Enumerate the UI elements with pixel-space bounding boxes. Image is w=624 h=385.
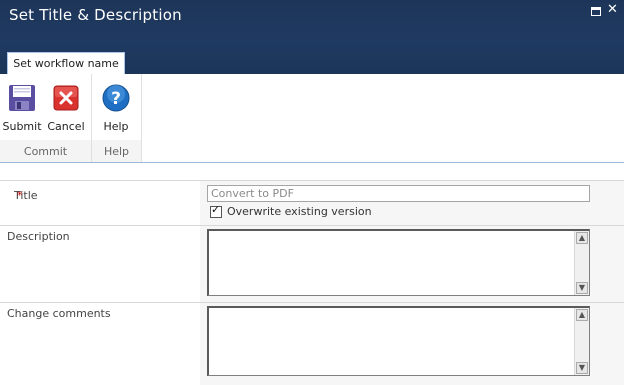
help-label: Help (103, 120, 129, 133)
scroll-up-icon[interactable]: ▲ (576, 309, 588, 321)
overwrite-option[interactable]: Overwrite existing version (210, 203, 372, 218)
comments-label: Change comments (7, 307, 111, 320)
ribbon-group-label-commit: Commit (0, 140, 91, 162)
title-label-cell: Title * (0, 181, 200, 225)
help-button[interactable]: ? Help (96, 84, 136, 133)
dialog-titlebar: Set Title & Description ✕ Set workflow n… (0, 0, 624, 74)
scroll-down-icon[interactable]: ▼ (576, 282, 588, 294)
svg-text:?: ? (111, 89, 121, 109)
submit-label: Submit (2, 120, 42, 133)
title-value-cell: Convert to PDF Overwrite existing versio… (200, 181, 624, 225)
ribbon-group-help: ? Help Help (92, 74, 142, 162)
ribbon-group-commit: Submit Cancel Commit (0, 74, 92, 162)
description-label: Description (7, 230, 70, 243)
floppy-disk-icon (8, 84, 36, 112)
description-row: Description ▲ ▼ (0, 225, 624, 302)
ribbon: Submit Cancel Commit ? Help Help (0, 74, 624, 163)
scroll-up-icon[interactable]: ▲ (576, 232, 588, 244)
title-row: Title* Convert to PDF Overwrite existing… (0, 180, 624, 225)
description-value-cell: ▲ ▼ (200, 226, 624, 302)
overwrite-label: Overwrite existing version (227, 205, 372, 218)
maximize-icon[interactable] (591, 7, 601, 16)
overwrite-checkbox[interactable] (210, 203, 222, 218)
scroll-down-icon[interactable]: ▼ (576, 362, 588, 374)
cancel-button[interactable]: Cancel (46, 84, 86, 133)
description-textarea[interactable]: ▲ ▼ (207, 229, 590, 296)
comments-textarea[interactable]: ▲ ▼ (207, 306, 590, 376)
cancel-x-icon (52, 84, 80, 112)
title-input[interactable]: Convert to PDF (207, 185, 590, 202)
dialog-title: Set Title & Description (9, 6, 182, 24)
comments-value-cell: ▲ ▼ (200, 303, 624, 385)
close-icon[interactable]: ✕ (607, 3, 618, 16)
comments-row: Change comments ▲ ▼ (0, 302, 624, 385)
tab-set-workflow-name[interactable]: Set workflow name (7, 52, 125, 74)
description-scrollbar[interactable]: ▲ ▼ (574, 231, 589, 295)
form-area: Title* Convert to PDF Overwrite existing… (0, 163, 624, 385)
submit-button[interactable]: Submit (2, 84, 42, 133)
help-question-icon: ? (102, 84, 130, 112)
cancel-label: Cancel (47, 120, 85, 133)
comments-scrollbar[interactable]: ▲ ▼ (574, 308, 589, 375)
required-marker: * (17, 189, 23, 202)
ribbon-group-label-help: Help (92, 140, 141, 162)
comments-label-cell: Change comments (0, 303, 200, 385)
description-label-cell: Description (0, 226, 200, 302)
